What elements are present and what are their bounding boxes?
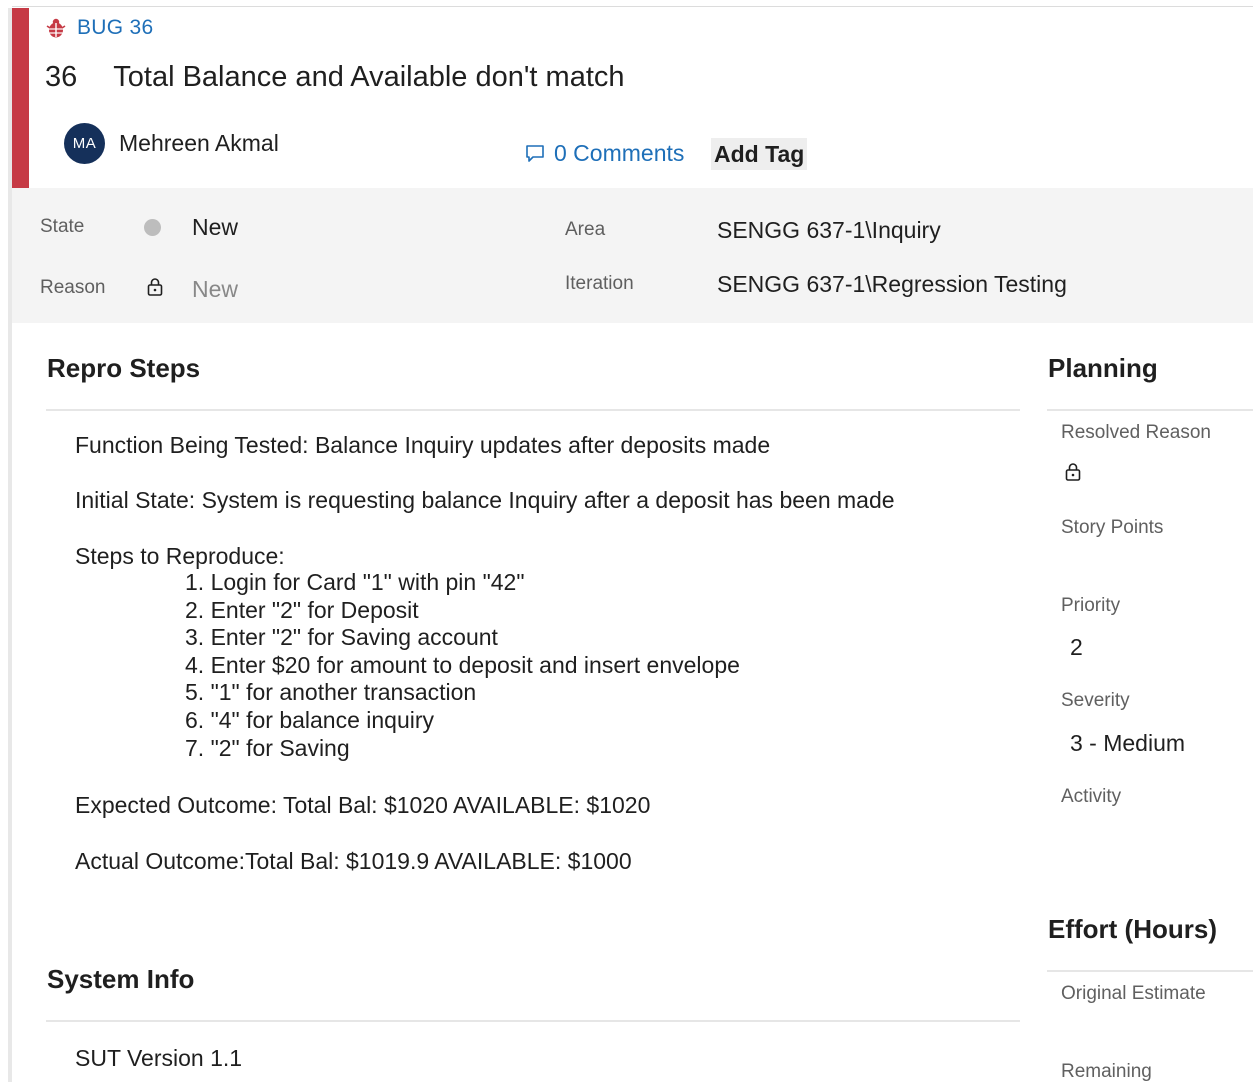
story-points-input[interactable]	[1061, 545, 1241, 575]
activity-label: Activity	[1061, 786, 1122, 807]
avatar: MA	[64, 122, 105, 164]
assigned-to[interactable]: MA Mehreen Akmal	[64, 122, 279, 164]
list-item: 1. Login for Card "1" with pin "42"	[185, 569, 525, 595]
severity-dropdown[interactable]: 3 - Medium	[1070, 730, 1185, 757]
planning-divider	[1047, 409, 1253, 411]
system-info-divider	[46, 1020, 1020, 1022]
comments-link[interactable]: 0 Comments	[524, 138, 684, 168]
work-item-title-row: 36 Total Balance and Available don't mat…	[45, 58, 625, 96]
repro-initial-state-line[interactable]: Initial State: System is requesting bala…	[75, 487, 895, 514]
priority-label: Priority	[1061, 595, 1121, 616]
state-label: State	[40, 216, 85, 237]
work-item-type-color-bar	[12, 8, 29, 188]
list-item: 6. "4" for balance inquiry	[185, 706, 435, 733]
iteration-label: Iteration	[565, 273, 634, 294]
speech-bubble-icon	[526, 145, 544, 162]
severity-label: Severity	[1061, 690, 1130, 711]
remaining-label: Remaining	[1061, 1061, 1152, 1082]
add-tag-button[interactable]: Add Tag	[711, 138, 808, 170]
reason-label: Reason	[40, 277, 106, 298]
list-item: 3. Enter "2" for Saving account	[185, 624, 498, 651]
system-info-heading: System Info	[47, 964, 195, 994]
state-dot	[144, 219, 161, 236]
lock-icon	[1065, 463, 1081, 481]
list-item: 4. Enter $20 for amount to deposit and i…	[185, 651, 740, 678]
avatar-initials: MA	[72, 134, 97, 152]
repro-actual-outcome[interactable]: Actual Outcome:Total Bal: $1019.9 AVAILA…	[75, 848, 632, 875]
list-item: 5. "1" for another transaction	[185, 679, 477, 706]
repro-function-line[interactable]: Function Being Tested: Balance Inquiry u…	[75, 432, 770, 459]
work-item-type-label: BUG 36	[77, 16, 154, 39]
repro-steps-subheading[interactable]: Steps to Reproduce:	[75, 543, 285, 570]
original-estimate-input[interactable]	[1061, 1010, 1241, 1040]
repro-steps-list[interactable]: 1. Login for Card "1" with pin "42" 2. E…	[185, 569, 740, 762]
bug-icon	[46, 18, 66, 38]
planning-heading: Planning	[1048, 353, 1158, 383]
work-item-id: 36	[45, 60, 78, 93]
resolved-reason-label: Resolved Reason	[1061, 422, 1211, 443]
assignee-name: Mehreen Akmal	[119, 129, 279, 156]
lock-icon	[147, 278, 163, 296]
list-item: 2. Enter "2" for Deposit	[185, 596, 419, 623]
area-label: Area	[565, 219, 606, 240]
top-border	[12, 6, 1253, 7]
effort-divider	[1047, 970, 1253, 972]
repro-steps-divider	[46, 409, 1020, 411]
original-estimate-label: Original Estimate	[1061, 983, 1206, 1004]
repro-expected-outcome[interactable]: Expected Outcome: Total Bal: $1020 AVAIL…	[75, 792, 650, 819]
system-info-version[interactable]: SUT Version 1.1	[75, 1045, 242, 1072]
comments-label: 0 Comments	[554, 139, 685, 166]
work-item-title[interactable]: Total Balance and Available don't match	[113, 61, 624, 94]
iteration-field[interactable]: SENGG 637-1\Regression Testing	[717, 271, 1067, 298]
story-points-label: Story Points	[1061, 517, 1164, 538]
work-item-type: BUG 36	[45, 14, 154, 42]
list-item: 7. "2" for Saving	[185, 734, 350, 761]
area-field[interactable]: SENGG 637-1\Inquiry	[717, 217, 941, 244]
state-dropdown[interactable]: New	[192, 214, 238, 241]
effort-heading: Effort (Hours)	[1048, 914, 1217, 944]
priority-dropdown[interactable]: 2	[1070, 634, 1083, 661]
activity-dropdown[interactable]	[1061, 815, 1241, 845]
repro-steps-heading: Repro Steps	[47, 353, 201, 383]
reason-value: New	[192, 276, 239, 302]
